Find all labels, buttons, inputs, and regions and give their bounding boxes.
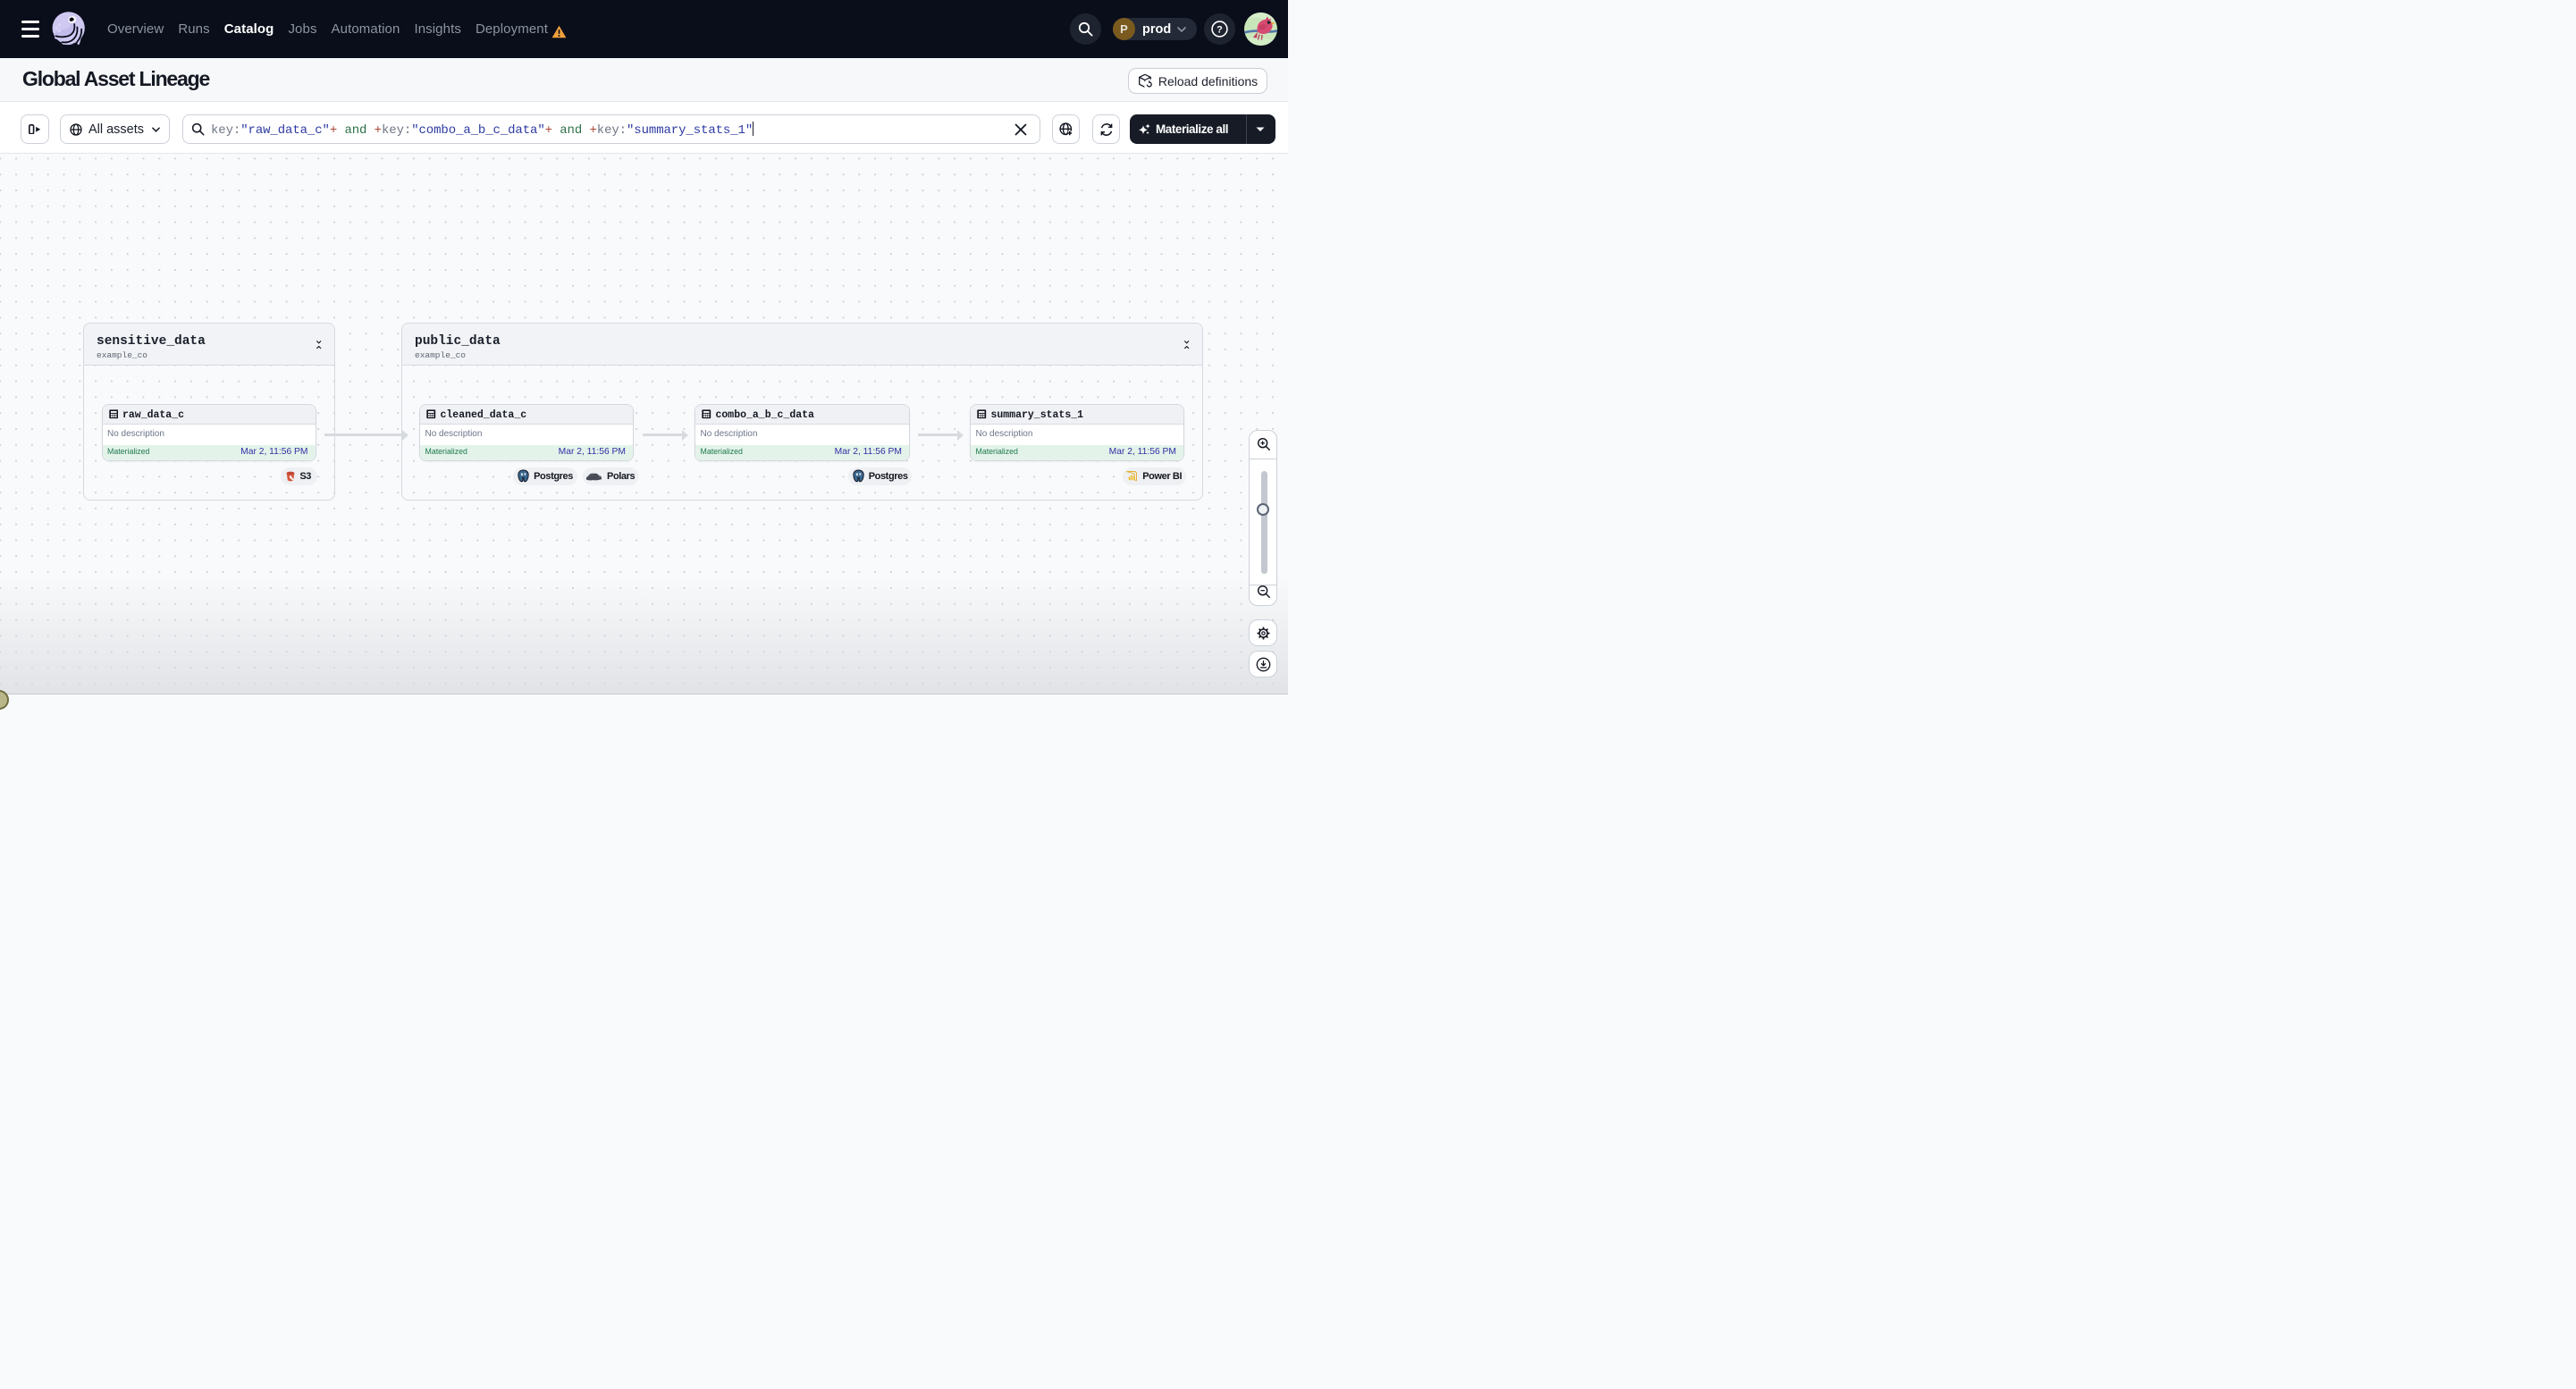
- svg-text:?: ?: [1216, 24, 1223, 35]
